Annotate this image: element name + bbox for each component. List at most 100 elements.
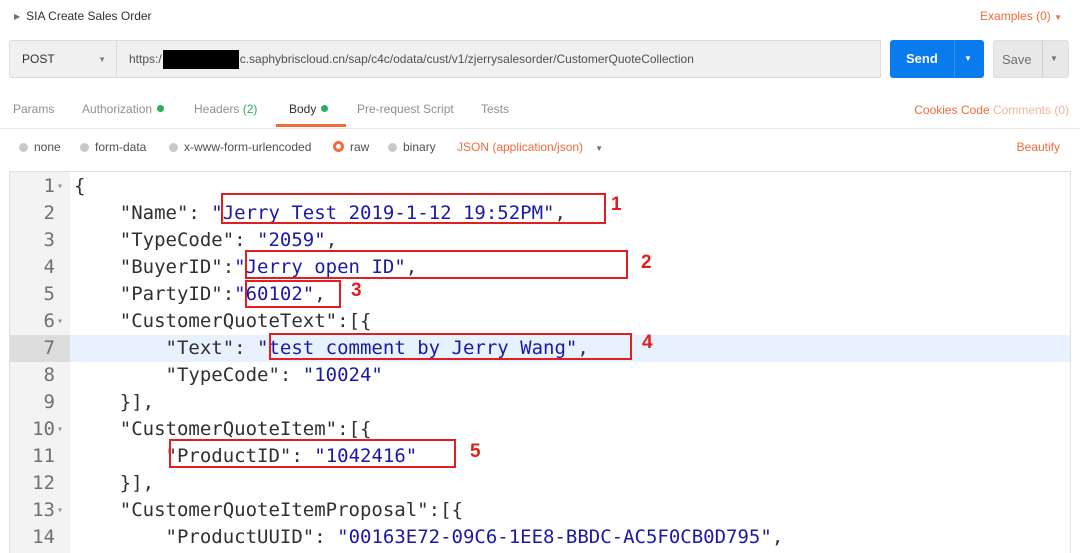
code-link[interactable]: Code <box>961 103 990 117</box>
code-text: "CustomerQuoteText":[{ <box>74 308 372 335</box>
fold-toggle-icon[interactable]: ▾ <box>57 173 63 200</box>
json-separator: : <box>222 256 235 278</box>
tab-params[interactable]: Params <box>13 102 54 116</box>
editor-line[interactable]: 6 ▾ "CustomerQuoteText":[{ <box>10 308 1070 335</box>
json-punctuation: [{ <box>440 499 463 521</box>
annotation-box-2 <box>245 250 628 279</box>
tab-authorization[interactable]: Authorization <box>82 102 165 116</box>
editor-line[interactable]: 13 ▾ "CustomerQuoteItemProposal":[{ <box>10 497 1070 524</box>
cookies-link[interactable]: Cookies <box>914 103 957 117</box>
annotation-number-5: 5 <box>470 441 481 462</box>
json-punctuation: }], <box>119 472 155 494</box>
json-separator: : <box>428 499 441 521</box>
annotation-box-1 <box>221 193 606 224</box>
radio-form-data[interactable]: form-data <box>80 140 146 154</box>
tab-body[interactable]: Body <box>289 102 329 116</box>
fold-toggle-icon[interactable]: ▾ <box>57 308 63 335</box>
code-text: }], <box>74 470 154 497</box>
radio-icon <box>19 143 28 152</box>
chevron-down-icon: ▼ <box>98 55 106 64</box>
radio-icon <box>388 143 397 152</box>
editor-line[interactable]: 5 "PartyID":"60102", <box>10 281 1070 308</box>
code-editor[interactable]: 1 ▾{2 "Name": "Jerry Test 2019-1-12 19:52… <box>9 171 1071 553</box>
send-button[interactable]: Send ▼ <box>890 40 984 78</box>
beautify-link[interactable]: Beautify <box>1017 140 1060 154</box>
json-key: "CustomerQuoteItemProposal" <box>119 499 429 521</box>
url-bar: POST ▼ https:/ c.saphybriscloud.cn/sap/c4… <box>0 38 1080 80</box>
tab-headers[interactable]: Headers (2) <box>194 102 257 116</box>
json-key: "CustomerQuoteItem" <box>119 418 338 440</box>
divider <box>1042 41 1043 77</box>
json-punctuation: , <box>771 526 784 548</box>
editor-line[interactable]: 9 }], <box>10 389 1070 416</box>
examples-dropdown[interactable]: Examples (0) ▼ <box>980 9 1062 23</box>
editor-line[interactable]: 8 "TypeCode": "10024" <box>10 362 1070 389</box>
annotation-box-4 <box>269 333 632 360</box>
fold-toggle-icon[interactable]: ▾ <box>57 497 63 524</box>
json-separator: : <box>234 229 258 251</box>
json-separator: : <box>188 202 212 224</box>
json-key: "PartyID" <box>119 283 223 305</box>
json-punctuation: [{ <box>348 310 372 332</box>
body-type-options: none form-data x-www-form-urlencoded raw… <box>0 136 1080 158</box>
save-label: Save <box>1002 52 1032 67</box>
json-separator: : <box>279 364 303 386</box>
json-separator: : <box>222 283 235 305</box>
annotation-number-1: 1 <box>611 194 622 215</box>
line-number: 2 <box>43 202 55 224</box>
radio-raw[interactable]: raw <box>333 140 369 154</box>
json-separator: : <box>337 310 349 332</box>
code-text: "TypeCode": "10024" <box>74 362 383 389</box>
tab-tests[interactable]: Tests <box>481 102 509 116</box>
active-tab-indicator <box>276 124 346 127</box>
json-separator: : <box>314 526 338 548</box>
url-input[interactable]: https:/ c.saphybriscloud.cn/sap/c4c/odata… <box>117 40 881 78</box>
json-key: "Name" <box>119 202 189 224</box>
expand-triangle-icon[interactable]: ▶ <box>14 12 20 21</box>
chevron-down-icon[interactable]: ▼ <box>964 54 972 63</box>
comments-link[interactable]: Comments (0) <box>993 103 1069 117</box>
radio-none[interactable]: none <box>19 140 61 154</box>
url-prefix: https:/ <box>129 52 162 66</box>
request-title[interactable]: SIA Create Sales Order <box>26 9 151 23</box>
json-key: "CustomerQuoteText" <box>119 310 338 332</box>
divider <box>954 40 955 78</box>
right-links: Cookies Code Comments (0) <box>914 103 1069 117</box>
chevron-down-icon: ▼ <box>1054 13 1062 22</box>
content-type-dropdown[interactable]: JSON (application/json) ▼ <box>457 140 603 154</box>
radio-binary[interactable]: binary <box>388 140 436 154</box>
url-suffix: c.saphybriscloud.cn/sap/c4c/odata/cust/v… <box>239 52 694 66</box>
code-text: "ProductUUID": "00163E72-09C6-1EE8-BBDC-… <box>74 524 784 551</box>
fold-toggle-icon[interactable]: ▾ <box>57 416 63 443</box>
method-select[interactable]: POST ▼ <box>9 40 117 78</box>
annotation-number-2: 2 <box>641 252 652 273</box>
json-key: "Text" <box>165 337 235 359</box>
save-button[interactable]: Save ▼ <box>993 40 1069 78</box>
json-separator: : <box>337 418 349 440</box>
request-tabs: Params Authorization Headers (2) Body Pr… <box>0 90 1080 129</box>
chevron-down-icon[interactable]: ▼ <box>1050 54 1058 63</box>
headers-count: (2) <box>242 102 258 116</box>
tab-pre-request-script[interactable]: Pre-request Script <box>357 102 454 116</box>
json-key: "TypeCode" <box>165 364 280 386</box>
line-number: 12 <box>32 472 55 494</box>
editor-line[interactable]: 14 "ProductUUID": "00163E72-09C6-1EE8-BB… <box>10 524 1070 551</box>
radio-urlencoded[interactable]: x-www-form-urlencoded <box>169 140 311 154</box>
editor-line[interactable]: 12 }], <box>10 470 1070 497</box>
code-text: }], <box>74 389 154 416</box>
line-number: 9 <box>43 391 55 413</box>
redaction-box <box>162 49 239 69</box>
radio-selected-icon <box>333 141 344 152</box>
status-dot-icon <box>157 105 165 112</box>
json-punctuation: , <box>325 229 338 251</box>
line-number: 4 <box>43 256 55 278</box>
annotation-number-4: 4 <box>642 332 653 353</box>
